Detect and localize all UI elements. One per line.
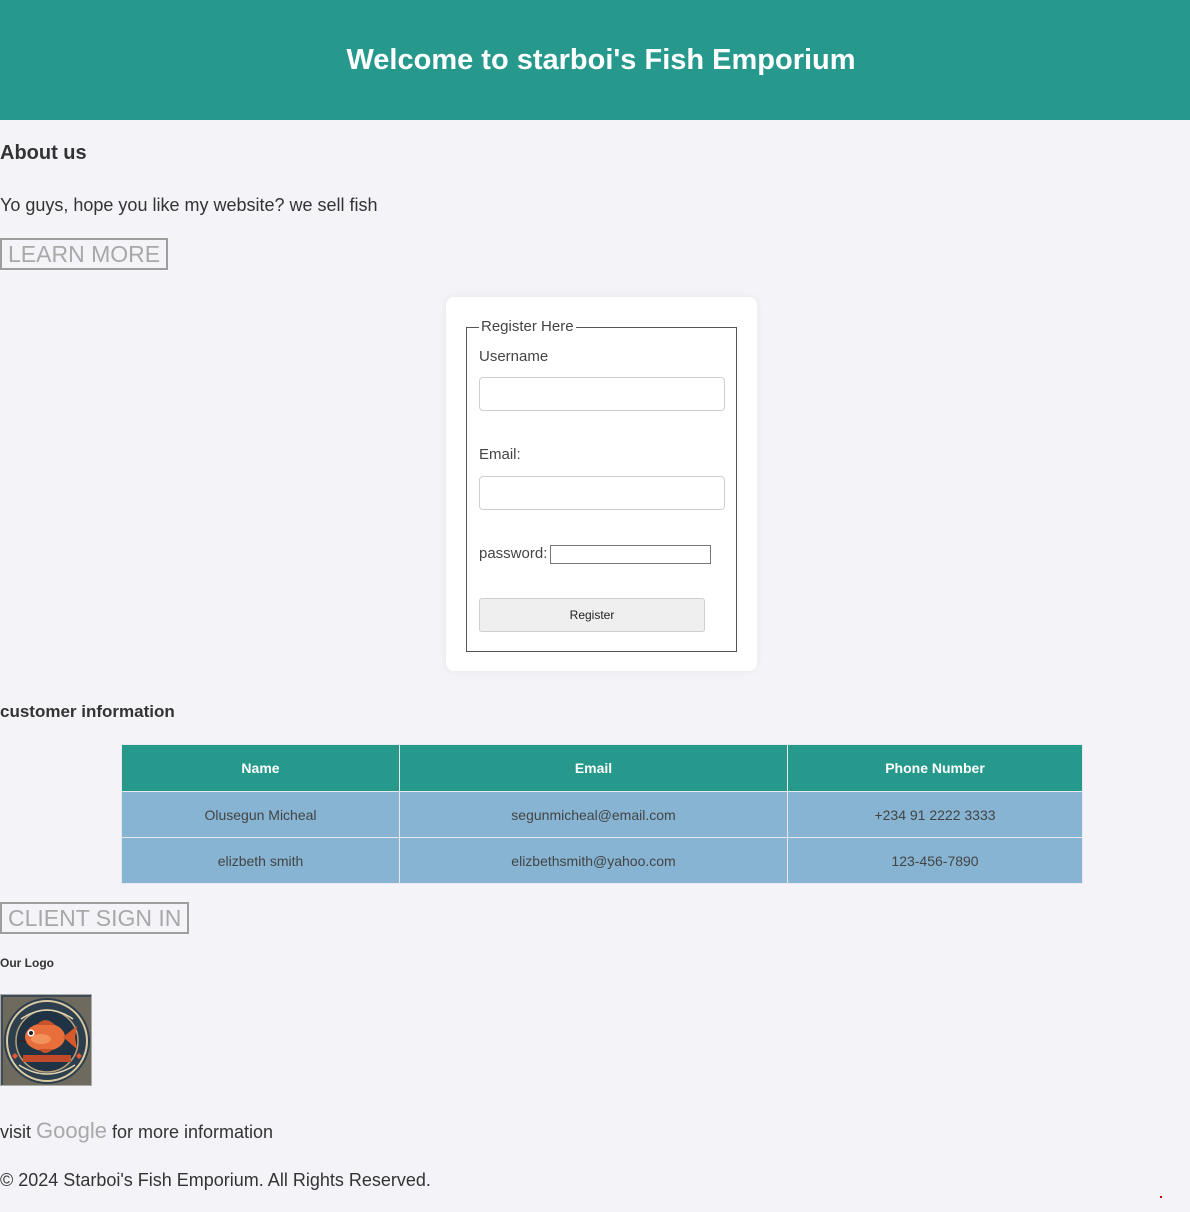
- fish-logo-icon: [0, 994, 92, 1086]
- cell-name: Olusegun Micheal: [121, 791, 400, 838]
- register-fieldset: Register Here Username Email: password: …: [466, 318, 737, 652]
- cell-email: elizbethsmith@yahoo.com: [399, 837, 788, 884]
- email-label: Email:: [479, 446, 521, 463]
- customer-table: Name Email Phone Number Olusegun Micheal…: [121, 744, 1083, 884]
- register-legend: Register Here: [479, 318, 576, 335]
- register-card: Register Here Username Email: password: …: [446, 297, 757, 671]
- client-sign-in-button[interactable]: CLIENT SIGN IN: [0, 902, 190, 934]
- cell-phone: +234 91 2222 3333: [787, 791, 1083, 838]
- username-input[interactable]: [479, 377, 725, 411]
- table-header-row: Name Email Phone Number: [121, 744, 1083, 792]
- customer-info-heading: customer information: [0, 702, 175, 721]
- visit-line: visit Google for more information: [0, 1118, 273, 1144]
- cell-email: segunmicheal@email.com: [399, 791, 788, 838]
- email-input[interactable]: [479, 476, 725, 510]
- visit-prefix: visit: [0, 1122, 31, 1142]
- password-label: password:: [479, 545, 548, 562]
- visit-suffix: for more information: [111, 1122, 274, 1142]
- cell-phone: 123-456-7890: [787, 837, 1083, 884]
- google-link[interactable]: Google: [36, 1118, 107, 1143]
- learn-more-button[interactable]: LEARN MORE: [0, 238, 169, 270]
- about-heading: About us: [0, 142, 87, 164]
- username-label: Username: [479, 348, 549, 365]
- column-header-email: Email: [399, 744, 788, 792]
- logo-heading: Our Logo: [0, 956, 54, 970]
- register-button[interactable]: Register: [479, 598, 705, 632]
- about-text: Yo guys, hope you like my website? we se…: [0, 195, 378, 215]
- site-header: Welcome to starboi's Fish Emporium: [0, 0, 1190, 120]
- red-dot: [1160, 1196, 1162, 1198]
- column-header-phone: Phone Number: [787, 744, 1083, 792]
- column-header-name: Name: [121, 744, 400, 792]
- page-title: Welcome to starboi's Fish Emporium: [346, 43, 856, 76]
- footer-copyright: © 2024 Starboi's Fish Emporium. All Righ…: [0, 1170, 431, 1190]
- table-row: elizbeth smith elizbethsmith@yahoo.com 1…: [121, 837, 1083, 884]
- cell-name: elizbeth smith: [121, 837, 400, 884]
- table-row: Olusegun Micheal segunmicheal@email.com …: [121, 791, 1083, 838]
- password-input[interactable]: [550, 545, 711, 564]
